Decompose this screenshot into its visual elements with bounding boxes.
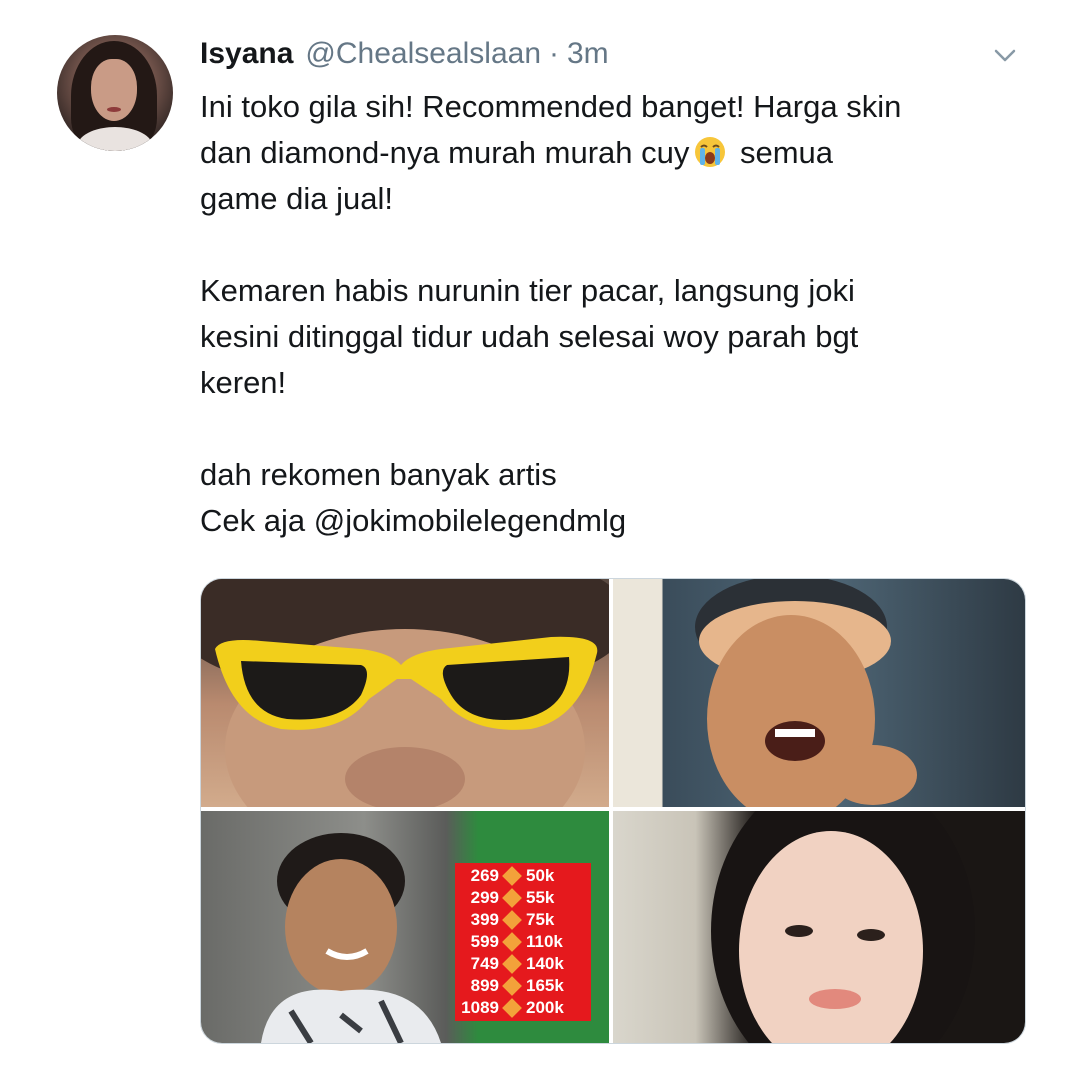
author-handle[interactable]: @Chealsealslaan	[305, 37, 541, 71]
diamond-amount: 749	[470, 954, 499, 973]
price-row: 299 55k	[459, 887, 587, 909]
tweet-line: dah rekomen banyak artis	[200, 457, 557, 492]
avatar-lips	[107, 107, 121, 112]
tweet-line: keren!	[200, 365, 287, 400]
tweet-line: Ini toko gila sih! Recommended banget! H…	[200, 89, 902, 124]
diamond-amount: 1089	[461, 998, 499, 1017]
tweet-media-grid: 269 50k 299 55k 399 75k 599 110k 749 140k 899 165k 1…	[200, 578, 1026, 1044]
price-row: 599 110k	[459, 931, 587, 953]
smiling-man-photo-illustration	[613, 579, 917, 807]
tweet-line: Kemaren habis nurunin tier pacar, langsu…	[200, 273, 855, 308]
media-photo-woman[interactable]	[613, 811, 1025, 1043]
diamond-icon	[502, 888, 522, 908]
loudly-crying-face-icon	[695, 137, 726, 167]
diamond-price: 165k	[526, 976, 564, 995]
diamond-icon	[502, 932, 522, 952]
tweet-paragraph: Ini toko gila sih! Recommended banget! H…	[200, 84, 1040, 222]
author-name[interactable]: Isyana	[200, 37, 293, 71]
sunglasses-photo-illustration	[201, 579, 609, 807]
tweet-line: Cek aja @jokimobilelegendmlg	[200, 498, 1040, 544]
diamond-price: 110k	[526, 932, 563, 951]
diamond-price: 200k	[526, 998, 564, 1017]
diamond-amount: 299	[470, 888, 499, 907]
media-photo-smiling-man[interactable]	[613, 579, 1025, 807]
tweet-header: Isyana @Chealsealslaan · 3m	[200, 32, 609, 76]
diamond-price: 75k	[526, 910, 555, 929]
diamond-icon	[502, 998, 522, 1018]
tweet-line: kesini ditinggal tidur udah selesai woy …	[200, 319, 859, 354]
tweet-line-text: semua	[731, 135, 834, 170]
tweet-line: game dia jual!	[200, 181, 394, 216]
price-row: 269 50k	[459, 865, 587, 887]
tweet-paragraph: dah rekomen banyak artis Cek aja @jokimo…	[200, 452, 1040, 544]
diamond-price: 55k	[526, 888, 555, 907]
tweet-line: dan diamond-nya murah murah cuy semua	[200, 130, 1040, 176]
media-photo-sunglasses[interactable]	[201, 579, 609, 807]
diamond-icon	[502, 910, 522, 930]
tweet-timestamp[interactable]: 3m	[567, 37, 609, 71]
price-row: 749 140k	[459, 953, 587, 975]
tweet-text: Ini toko gila sih! Recommended banget! H…	[200, 84, 1040, 544]
diamond-icon	[502, 866, 522, 886]
diamond-amount: 269	[470, 866, 499, 885]
tweet-paragraph: Kemaren habis nurunin tier pacar, langsu…	[200, 268, 1040, 406]
price-list: 269 50k 299 55k 399 75k 599 110k 749 140k 899 165k 1…	[455, 863, 591, 1021]
price-row: 1089 200k	[459, 997, 587, 1019]
separator-dot: ·	[549, 37, 559, 70]
diamond-amount: 899	[470, 976, 499, 995]
media-photo-price-list[interactable]: 269 50k 299 55k 399 75k 599 110k 749 140k 899 165k 1…	[201, 811, 609, 1043]
price-row: 399 75k	[459, 909, 587, 931]
diamond-price: 140k	[526, 954, 564, 973]
diamond-icon	[502, 954, 522, 974]
diamond-price: 50k	[526, 866, 555, 885]
woman-photo-illustration	[711, 811, 975, 1043]
author-avatar[interactable]	[57, 35, 173, 151]
tweet-line-text: dan diamond-nya murah murah cuy	[200, 135, 690, 170]
chevron-down-icon[interactable]	[990, 40, 1020, 70]
diamond-amount: 399	[470, 910, 499, 929]
diamond-amount: 599	[470, 932, 499, 951]
price-row: 899 165k	[459, 975, 587, 997]
diamond-icon	[502, 976, 522, 996]
mention-line[interactable]: Cek aja @jokimobilelegendmlg	[200, 503, 626, 538]
